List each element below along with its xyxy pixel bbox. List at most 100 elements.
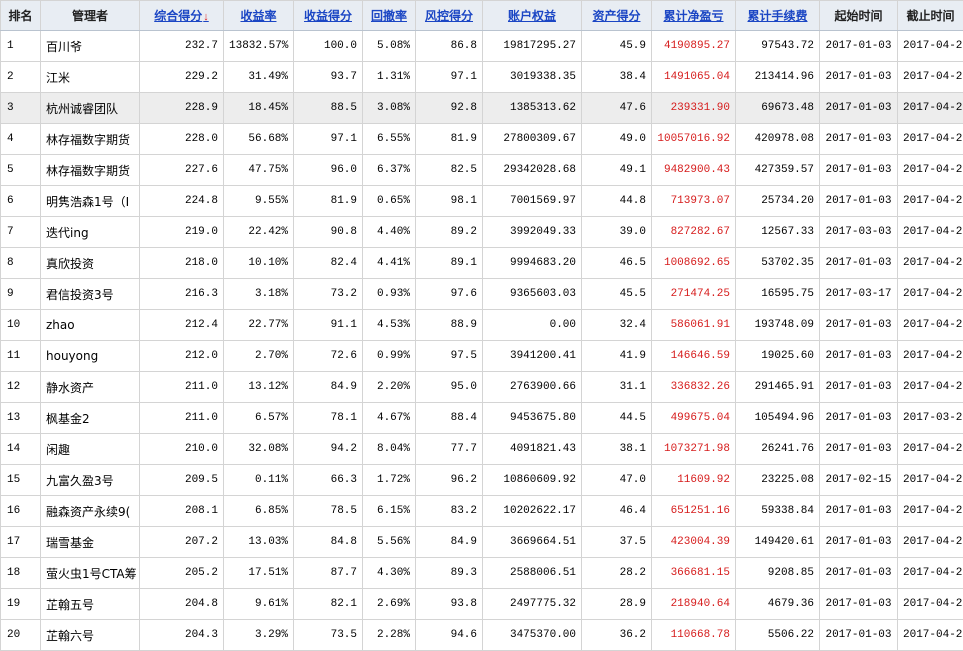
cell-rank: 19	[1, 589, 41, 620]
cell-manager-name: 芷翰五号	[41, 589, 140, 620]
cell-asset-score: 28.2	[582, 558, 652, 589]
cell-end-date: 2017-03-27	[898, 403, 963, 434]
cell-end-date: 2017-04-28	[898, 217, 963, 248]
table-row[interactable]: 18萤火虫1号CTA筹205.217.51%87.74.30%89.325880…	[1, 558, 963, 589]
table-row[interactable]: 17瑞雪基金207.213.03%84.85.56%84.93669664.51…	[1, 527, 963, 558]
cell-score: 227.6	[140, 155, 224, 186]
cell-net-pnl: 366681.15	[652, 558, 736, 589]
cell-return-score: 72.6	[294, 341, 363, 372]
cell-start-date: 2017-01-03	[820, 186, 898, 217]
cell-return-rate: 9.61%	[224, 589, 294, 620]
cell-score: 208.1	[140, 496, 224, 527]
table-row[interactable]: 12静水资产211.013.12%84.92.20%95.02763900.66…	[1, 372, 963, 403]
cell-fees: 59338.84	[736, 496, 820, 527]
cell-asset-score: 49.1	[582, 155, 652, 186]
cell-net-pnl: 271474.25	[652, 279, 736, 310]
cell-rank: 13	[1, 403, 41, 434]
cell-net-pnl: 651251.16	[652, 496, 736, 527]
cell-score: 219.0	[140, 217, 224, 248]
table-row[interactable]: 9君信投资3号216.33.18%73.20.93%97.69365603.03…	[1, 279, 963, 310]
header-sort-risk-score[interactable]: 风控得分	[416, 1, 483, 31]
cell-net-pnl: 1491065.04	[652, 62, 736, 93]
table-row[interactable]: 15九富久盈3号209.50.11%66.31.72%96.210860609.…	[1, 465, 963, 496]
header-sort-score[interactable]: 综合得分↓	[140, 1, 224, 31]
cell-drawdown: 4.30%	[363, 558, 416, 589]
cell-start-date: 2017-02-15	[820, 465, 898, 496]
table-body: 1百川爷232.713832.57%100.05.08%86.819817295…	[1, 31, 963, 651]
cell-return-rate: 22.77%	[224, 310, 294, 341]
table-row[interactable]: 1百川爷232.713832.57%100.05.08%86.819817295…	[1, 31, 963, 62]
cell-end-date: 2017-04-28	[898, 372, 963, 403]
cell-equity: 19817295.27	[483, 31, 582, 62]
cell-net-pnl: 586061.91	[652, 310, 736, 341]
cell-end-date: 2017-04-28	[898, 434, 963, 465]
cell-start-date: 2017-01-03	[820, 310, 898, 341]
sort-desc-arrow-icon: ↓	[203, 11, 209, 23]
table-row[interactable]: 11houyong212.02.70%72.60.99%97.53941200.…	[1, 341, 963, 372]
cell-start-date: 2017-01-03	[820, 434, 898, 465]
cell-asset-score: 28.9	[582, 589, 652, 620]
header-start-date: 起始时间	[820, 1, 898, 31]
cell-manager-name: 九富久盈3号	[41, 465, 140, 496]
cell-fees: 69673.48	[736, 93, 820, 124]
cell-manager-name: 迭代ing	[41, 217, 140, 248]
cell-end-date: 2017-04-28	[898, 496, 963, 527]
table-row[interactable]: 14闲趣210.032.08%94.28.04%77.74091821.4338…	[1, 434, 963, 465]
cell-risk-score: 89.2	[416, 217, 483, 248]
cell-fees: 19025.60	[736, 341, 820, 372]
cell-fees: 97543.72	[736, 31, 820, 62]
cell-equity: 7001569.97	[483, 186, 582, 217]
cell-risk-score: 86.8	[416, 31, 483, 62]
cell-asset-score: 49.0	[582, 124, 652, 155]
cell-fees: 25734.20	[736, 186, 820, 217]
cell-equity: 10202622.17	[483, 496, 582, 527]
table-row[interactable]: 7迭代ing219.022.42%90.84.40%89.23992049.33…	[1, 217, 963, 248]
cell-net-pnl: 423004.39	[652, 527, 736, 558]
header-sort-asset-score[interactable]: 资产得分	[582, 1, 652, 31]
cell-rank: 14	[1, 434, 41, 465]
header-sort-net-pnl[interactable]: 累计净盈亏	[652, 1, 736, 31]
header-sort-return-rate[interactable]: 收益率	[224, 1, 294, 31]
table-row[interactable]: 2江米229.231.49%93.71.31%97.13019338.3538.…	[1, 62, 963, 93]
cell-fees: 193748.09	[736, 310, 820, 341]
table-row[interactable]: 10zhao212.422.77%91.14.53%88.90.0032.458…	[1, 310, 963, 341]
cell-start-date: 2017-01-03	[820, 372, 898, 403]
header-sort-return-score[interactable]: 收益得分	[294, 1, 363, 31]
table-row[interactable]: 13枫基金2211.06.57%78.14.67%88.49453675.804…	[1, 403, 963, 434]
cell-net-pnl: 110668.78	[652, 620, 736, 651]
cell-return-score: 96.0	[294, 155, 363, 186]
cell-return-score: 73.2	[294, 279, 363, 310]
cell-return-score: 88.5	[294, 93, 363, 124]
cell-score: 218.0	[140, 248, 224, 279]
cell-rank: 8	[1, 248, 41, 279]
cell-return-score: 90.8	[294, 217, 363, 248]
table-row[interactable]: 20芷翰六号204.33.29%73.52.28%94.63475370.003…	[1, 620, 963, 651]
cell-return-rate: 31.49%	[224, 62, 294, 93]
cell-equity: 9994683.20	[483, 248, 582, 279]
header-sort-equity[interactable]: 账户权益	[483, 1, 582, 31]
header-sort-drawdown[interactable]: 回撤率	[363, 1, 416, 31]
cell-manager-name: 林存福数字期货	[41, 155, 140, 186]
table-row[interactable]: 5林存福数字期货227.647.75%96.06.37%82.529342028…	[1, 155, 963, 186]
cell-end-date: 2017-04-28	[898, 341, 963, 372]
table-row[interactable]: 8真欣投资218.010.10%82.44.41%89.19994683.204…	[1, 248, 963, 279]
cell-equity: 3475370.00	[483, 620, 582, 651]
cell-start-date: 2017-01-03	[820, 558, 898, 589]
cell-return-rate: 13832.57%	[224, 31, 294, 62]
table-row[interactable]: 16融森资产永续9(208.16.85%78.56.15%83.21020262…	[1, 496, 963, 527]
cell-return-score: 82.4	[294, 248, 363, 279]
cell-fees: 16595.75	[736, 279, 820, 310]
cell-drawdown: 0.65%	[363, 186, 416, 217]
cell-equity: 2588006.51	[483, 558, 582, 589]
table-row[interactable]: 4林存福数字期货228.056.68%97.16.55%81.927800309…	[1, 124, 963, 155]
cell-start-date: 2017-01-03	[820, 527, 898, 558]
header-sort-fees[interactable]: 累计手续费	[736, 1, 820, 31]
table-row[interactable]: 3杭州诚睿团队228.918.45%88.53.08%92.81385313.6…	[1, 93, 963, 124]
cell-end-date: 2017-04-28	[898, 465, 963, 496]
cell-equity: 0.00	[483, 310, 582, 341]
table-row[interactable]: 19芷翰五号204.89.61%82.12.69%93.82497775.322…	[1, 589, 963, 620]
cell-equity: 10860609.92	[483, 465, 582, 496]
cell-start-date: 2017-01-03	[820, 31, 898, 62]
cell-start-date: 2017-01-03	[820, 341, 898, 372]
table-row[interactable]: 6明隽浩森1号（I224.89.55%81.90.65%98.17001569.…	[1, 186, 963, 217]
